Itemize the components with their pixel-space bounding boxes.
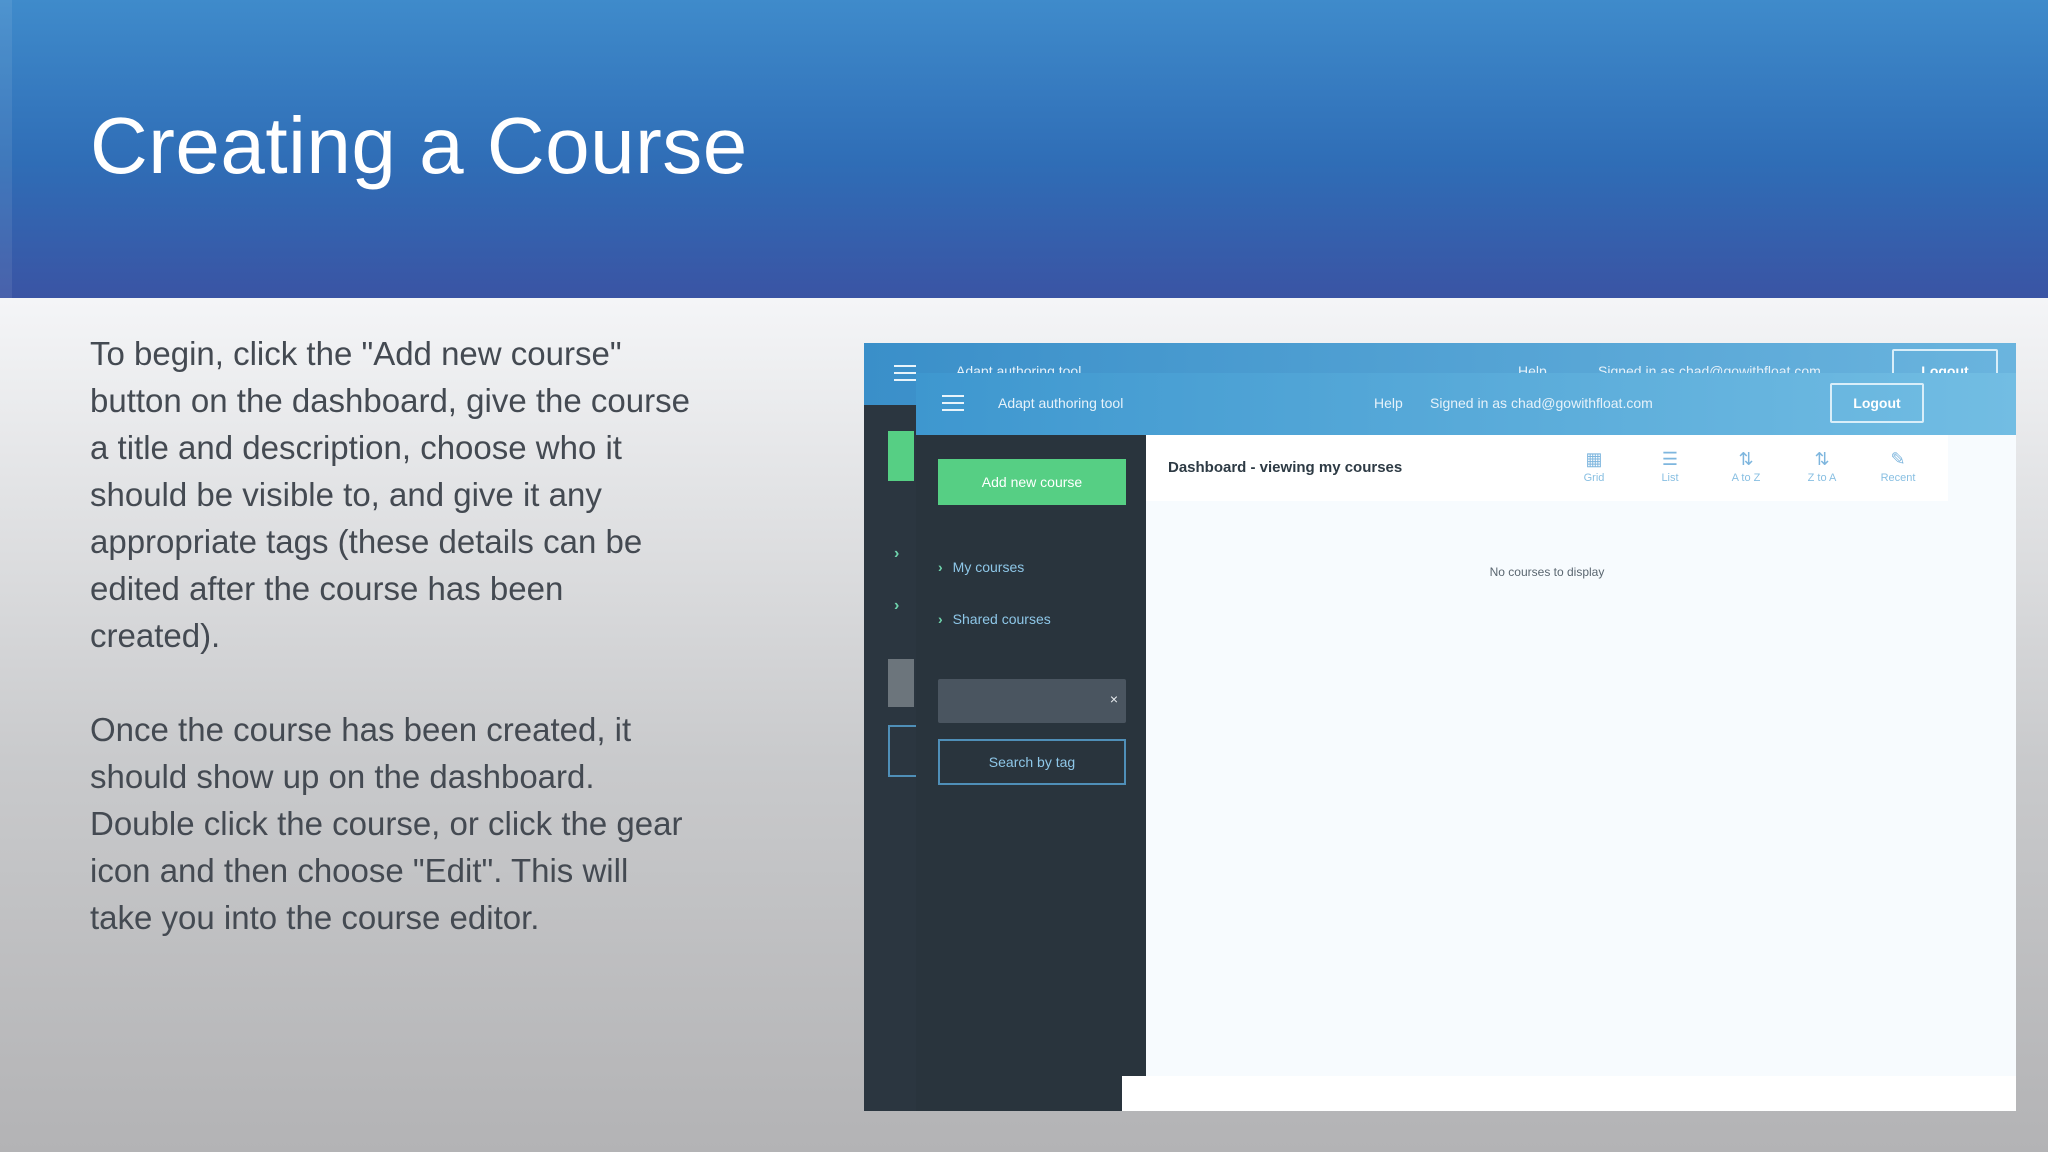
- sort-za-button[interactable]: ⇅ Z to A: [1792, 449, 1852, 484]
- app-name: Adapt authoring tool: [998, 395, 1124, 411]
- sort-az-icon: ⇅: [1738, 449, 1754, 469]
- clear-icon[interactable]: ×: [1110, 691, 1118, 707]
- paragraph-1: To begin, click the "Add new course" but…: [90, 335, 690, 654]
- search-by-tag-button[interactable]: Search by tag: [938, 739, 1126, 785]
- sort-az-button[interactable]: ⇅ A to Z: [1716, 449, 1776, 484]
- signed-in-text: Signed in as chad@gowithfloat.com: [1430, 395, 1653, 411]
- view-list-button[interactable]: ☰ List: [1640, 449, 1700, 484]
- slide-body: To begin, click the "Add new course" but…: [90, 330, 690, 988]
- dashboard-header: Dashboard - viewing my courses ▦ Grid ☰ Li…: [1146, 435, 1948, 501]
- help-link[interactable]: Help: [1374, 395, 1403, 411]
- edit-icon: ✎: [1890, 449, 1906, 469]
- menu-icon[interactable]: [942, 395, 964, 411]
- search-tag-tab-back: [888, 725, 916, 777]
- topbar: Adapt authoring tool Help Signed in as c…: [916, 373, 2016, 435]
- sidebar-item-my-courses[interactable]: › My courses: [938, 559, 1024, 575]
- search-input[interactable]: ×: [938, 679, 1126, 723]
- grid-icon: ▦: [1585, 449, 1603, 469]
- slide-header: Creating a Course: [0, 0, 2048, 298]
- view-label: List: [1661, 472, 1679, 484]
- view-label: Recent: [1880, 472, 1916, 484]
- chevron-right-icon: ›: [938, 559, 943, 575]
- embedded-screenshot: Adapt authoring tool Help Signed in as c…: [864, 343, 2016, 1111]
- view-label: Z to A: [1807, 472, 1837, 484]
- chevron-right-icon: ›: [894, 545, 900, 562]
- dashboard-main: Dashboard - viewing my courses ▦ Grid ☰ Li…: [1146, 435, 2016, 1111]
- slide-title: Creating a Course: [90, 101, 748, 190]
- sidebar: Add new course › My courses › Shared cours…: [916, 435, 1146, 1111]
- view-label: A to Z: [1731, 472, 1761, 484]
- chevron-right-icon: ›: [894, 597, 900, 614]
- sidebar-back: › ›: [864, 405, 916, 1111]
- sidebar-item-label: My courses: [952, 559, 1025, 575]
- chevron-right-icon: ›: [938, 611, 943, 627]
- view-label: Grid: [1583, 472, 1605, 484]
- sort-recent-button[interactable]: ✎ Recent: [1868, 449, 1928, 484]
- logout-button[interactable]: Logout: [1830, 383, 1924, 423]
- sidebar-item-shared-courses[interactable]: › Shared courses: [938, 611, 1051, 627]
- bottom-strip: [1122, 1076, 2016, 1111]
- sidebar-item-label: Shared courses: [952, 611, 1051, 627]
- add-new-course-button[interactable]: Add new course: [938, 459, 1126, 505]
- view-grid-button[interactable]: ▦ Grid: [1564, 449, 1624, 484]
- list-icon: ☰: [1661, 449, 1679, 469]
- menu-icon[interactable]: [894, 365, 916, 381]
- empty-state-text: No courses to display: [1489, 565, 1605, 579]
- paragraph-2: Once the course has been created, it sho…: [90, 711, 683, 936]
- sort-za-icon: ⇅: [1814, 449, 1830, 469]
- search-tab-back: [888, 659, 914, 707]
- add-course-tab-back[interactable]: [888, 431, 914, 481]
- dashboard-title: Dashboard - viewing my courses: [1168, 459, 1403, 476]
- header-strip: [0, 0, 12, 298]
